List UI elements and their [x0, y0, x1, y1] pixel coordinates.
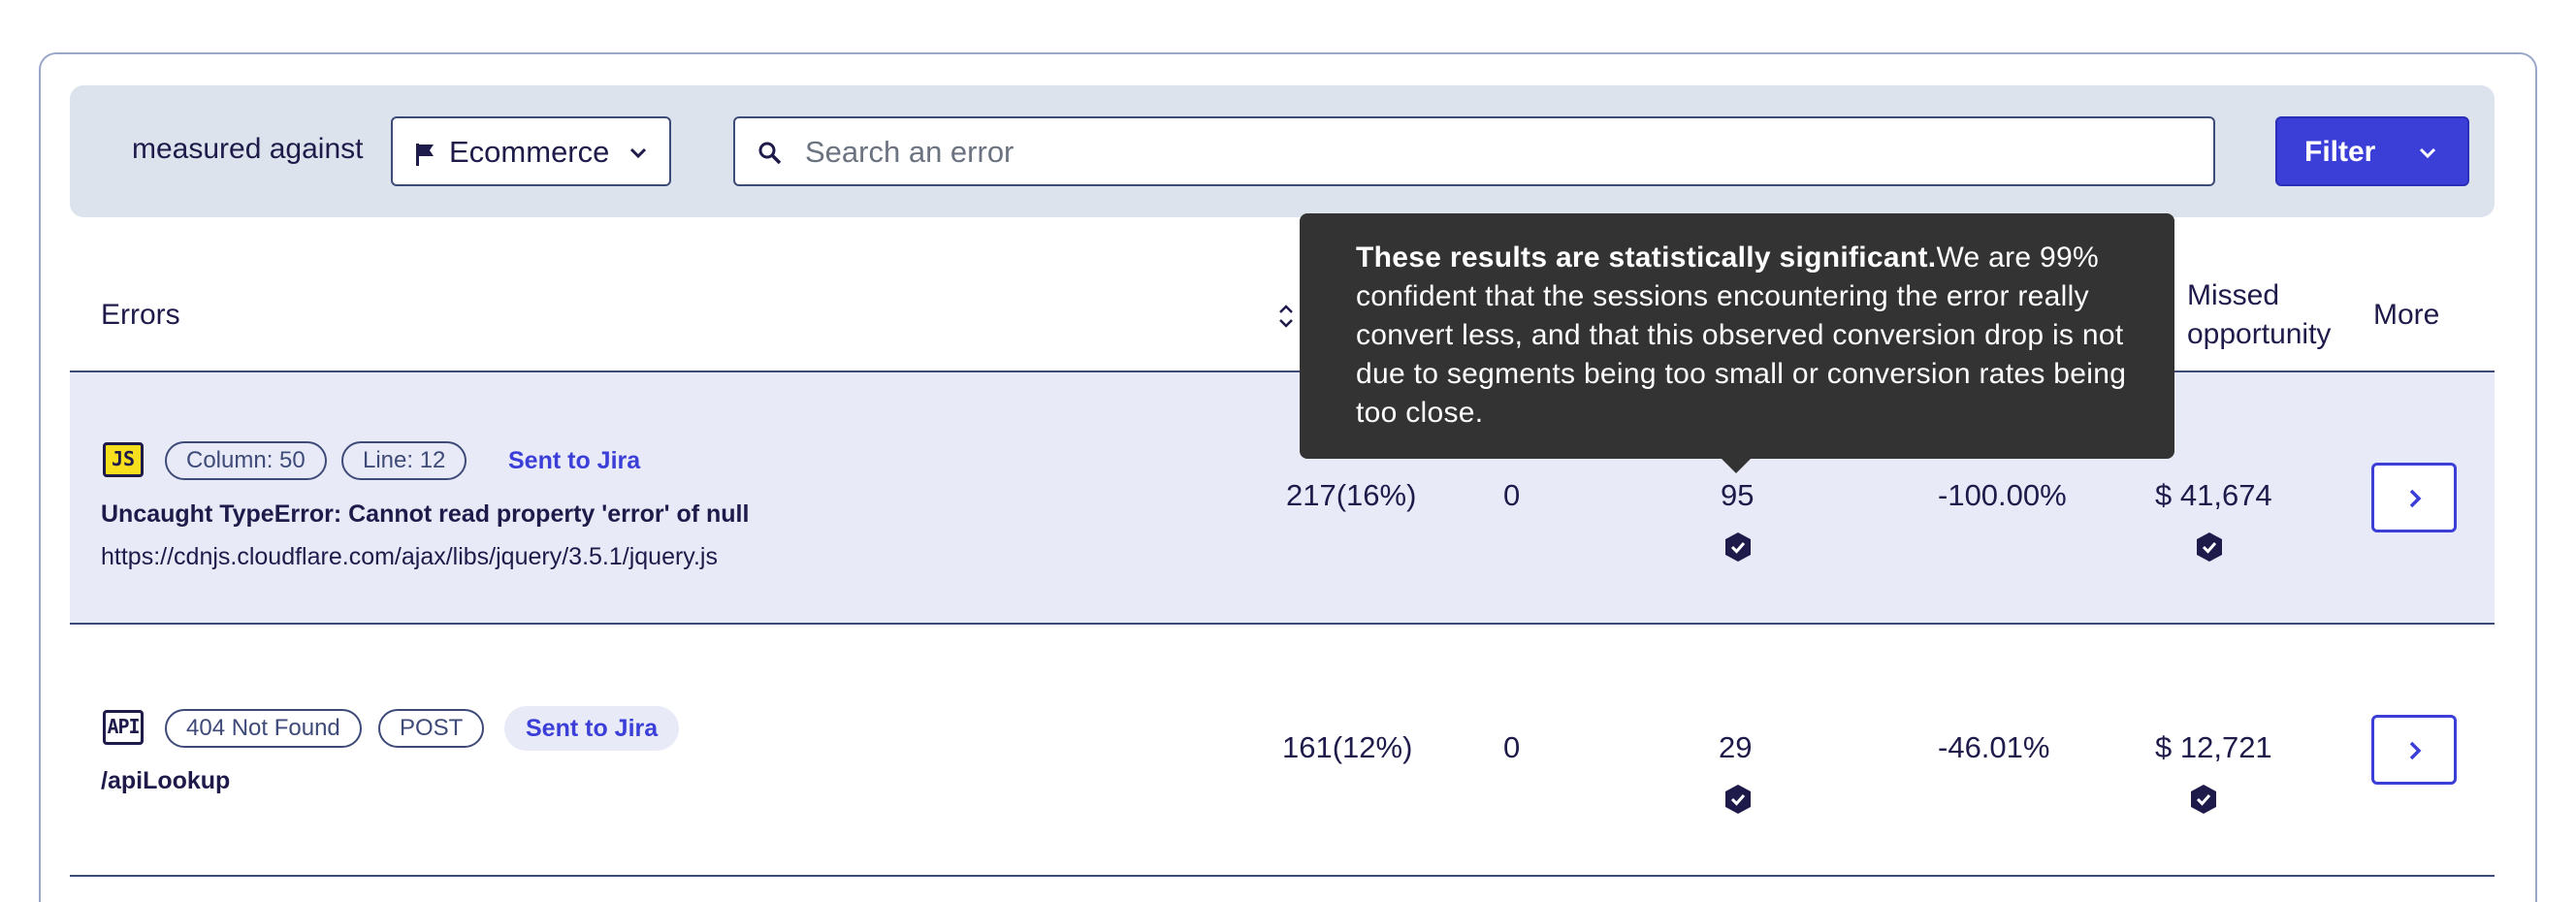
chevron-right-icon — [2409, 741, 2422, 760]
conversion-diff-cell: -100.00% — [1938, 478, 2067, 512]
method-tag: POST — [378, 709, 485, 748]
sessions-cell: 161(12%) — [1282, 730, 1413, 764]
errors-column-header: Errors — [101, 299, 180, 331]
sessions-cell: 217(16%) — [1286, 478, 1417, 512]
search-icon — [758, 142, 782, 165]
error-title: Uncaught TypeError: Cannot read property… — [101, 500, 750, 528]
status-tag: 404 Not Found — [165, 709, 362, 748]
error-title: /apiLookup — [101, 767, 231, 794]
error-source-url: https://cdnjs.cloudflare.com/ajax/libs/j… — [101, 543, 718, 570]
missed-opportunity-cell: $ 12,721 — [2155, 730, 2272, 764]
measured-against-label: measured against — [132, 133, 364, 165]
tooltip-heading: These results are statistically signific… — [1356, 242, 1937, 274]
line-tag: Line: 12 — [341, 441, 467, 480]
conversion-diff-cell: -46.01% — [1938, 730, 2050, 764]
open-error-button[interactable] — [2371, 463, 2457, 532]
verified-shield-icon[interactable] — [1724, 532, 1752, 563]
api-icon: API — [103, 710, 144, 745]
sent-to-jira-link[interactable]: Sent to Jira — [504, 706, 680, 751]
chevron-right-icon — [2409, 489, 2422, 508]
filter-button-label: Filter — [2304, 136, 2376, 168]
significance-tooltip: These results are statistically signific… — [1300, 213, 2174, 459]
column-tag: Column: 50 — [165, 441, 327, 480]
missed-opportunity-column-header: Missed opportunity — [2187, 279, 2332, 350]
metric-cell: 29 — [1719, 730, 1753, 764]
chevron-down-icon — [629, 147, 647, 159]
metric-cell: 0 — [1503, 730, 1521, 764]
verified-shield-icon[interactable] — [1724, 784, 1752, 815]
error-search[interactable] — [733, 116, 2215, 186]
verified-shield-icon[interactable] — [2196, 532, 2223, 563]
metric-cell: 0 — [1503, 478, 1521, 512]
search-input[interactable] — [805, 130, 2182, 175]
chevron-down-icon — [2419, 147, 2436, 159]
metric-cell: 95 — [1721, 478, 1755, 512]
more-column-header: More — [2373, 299, 2440, 331]
sort-icon[interactable] — [1276, 301, 1296, 332]
js-icon: JS — [103, 442, 144, 477]
tooltip-arrow — [1721, 458, 1752, 473]
missed-opportunity-cell: $ 41,674 — [2155, 478, 2272, 512]
open-error-button[interactable] — [2371, 715, 2457, 785]
verified-shield-icon[interactable] — [2190, 784, 2217, 815]
row-divider — [70, 875, 2495, 877]
goal-dropdown-value: Ecommerce — [449, 135, 610, 169]
filter-button[interactable]: Filter — [2275, 116, 2469, 186]
flag-icon — [416, 144, 434, 166]
sent-to-jira-link[interactable]: Sent to Jira — [487, 438, 661, 483]
goal-dropdown[interactable]: Ecommerce — [391, 116, 671, 186]
